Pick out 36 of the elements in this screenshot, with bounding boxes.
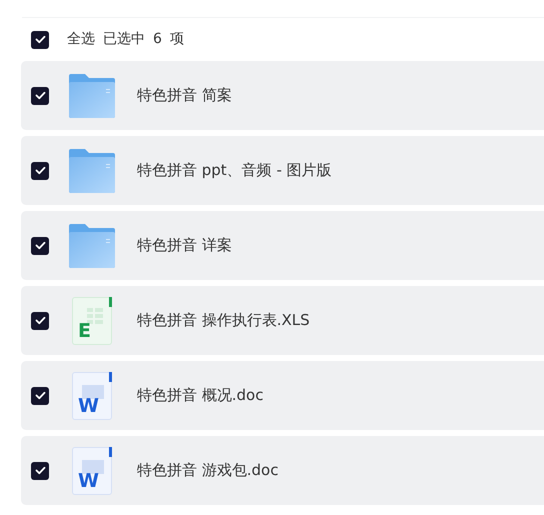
folder-icon (69, 74, 115, 118)
selection-unit: 项 (170, 30, 184, 49)
file-name: 特色拼音 游戏包.doc (137, 460, 278, 482)
file-name: 特色拼音 概况.doc (137, 385, 264, 406)
file-name: 特色拼音 简案 (137, 85, 232, 106)
checkbox[interactable] (31, 462, 49, 480)
check-icon (34, 91, 46, 100)
file-row[interactable]: 特色拼音 详案 (21, 211, 544, 280)
selection-count: 6 (153, 30, 162, 49)
checkbox[interactable] (31, 386, 49, 404)
file-row[interactable]: E 特色拼音 操作执行表.XLS (21, 286, 544, 355)
file-row[interactable]: W 特色拼音 概况.doc (21, 361, 544, 430)
document-icon: W (72, 446, 112, 494)
document-icon: W (72, 372, 112, 420)
file-row[interactable]: 特色拼音 ppt、音频 - 图片版 (21, 136, 544, 205)
checkbox[interactable] (31, 30, 49, 48)
checkbox[interactable] (31, 86, 49, 104)
file-name: 特色拼音 详案 (137, 235, 232, 256)
checkbox[interactable] (31, 236, 49, 254)
check-icon (34, 316, 46, 325)
checkbox[interactable] (31, 162, 49, 180)
spreadsheet-icon: E (72, 296, 112, 344)
checkbox[interactable] (31, 312, 49, 330)
check-icon (34, 166, 46, 175)
selection-summary: 已选中 (103, 30, 145, 49)
select-all-label: 全选 (67, 30, 95, 49)
file-name: 特色拼音 操作执行表.XLS (137, 310, 310, 332)
folder-icon (69, 148, 115, 192)
check-icon (34, 391, 46, 400)
file-name: 特色拼音 ppt、音频 - 图片版 (137, 160, 332, 182)
file-row[interactable]: W 特色拼音 游戏包.doc (21, 436, 544, 505)
check-icon (34, 35, 46, 44)
check-icon (34, 241, 46, 250)
folder-icon (69, 224, 115, 268)
file-row[interactable]: 特色拼音 简案 (21, 61, 544, 130)
check-icon (34, 466, 46, 475)
